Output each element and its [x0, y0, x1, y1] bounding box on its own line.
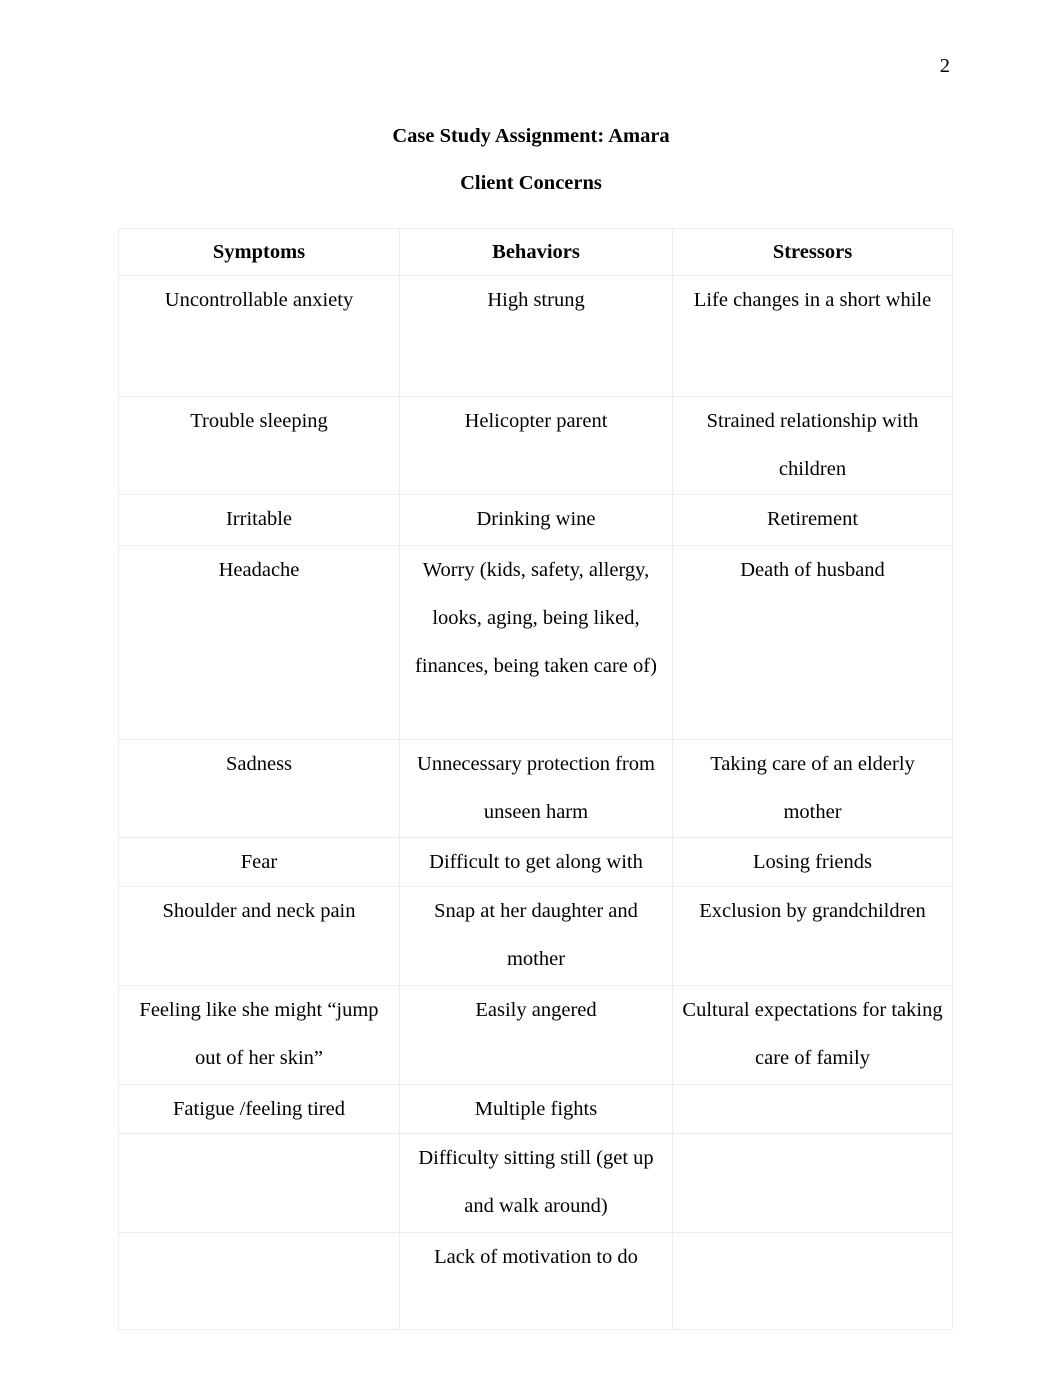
cell-symptoms: Trouble sleeping: [118, 396, 400, 495]
table-row: Irritable Drinking wine Retirement: [118, 494, 953, 546]
cell-text: Cultural expectations for taking care of…: [682, 999, 943, 1069]
cell-behaviors: Unnecessary protection from unseen harm: [399, 739, 673, 838]
cell-behaviors: Snap at her daughter and mother: [399, 886, 673, 986]
cell-behaviors: Difficult to get along with: [399, 837, 673, 887]
cell-behaviors: Lack of motivation to do: [399, 1232, 673, 1330]
cell-text: Trouble sleeping: [190, 410, 328, 432]
cell-stressors: Losing friends: [672, 837, 953, 887]
cell-text: Headache: [218, 559, 300, 581]
cell-text: Taking care of an elderly mother: [710, 753, 915, 823]
cell-stressors: Exclusion by grandchildren: [672, 886, 953, 986]
cell-text: Death of husband: [740, 559, 885, 581]
cell-symptoms: Sadness: [118, 739, 400, 838]
cell-behaviors: High strung: [399, 275, 673, 397]
cell-text: Sadness: [225, 753, 293, 775]
client-concerns-table: Symptoms Behaviors Stressors Uncontrolla…: [118, 228, 953, 1330]
page-number: 2: [939, 55, 950, 77]
cell-text: Fatigue /feeling tired: [173, 1098, 345, 1120]
table-row: Difficulty sitting still (get up and wal…: [118, 1133, 953, 1233]
cell-symptoms: Fatigue /feeling tired: [118, 1084, 400, 1134]
cell-text: Worry (kids, safety, allergy, looks, agi…: [415, 559, 657, 677]
cell-symptoms: Shoulder and neck pain: [118, 886, 400, 986]
table-row: Uncontrollable anxiety High strung Life …: [118, 275, 953, 397]
column-header-stressors: Stressors: [672, 228, 953, 276]
page-subtitle: Client Concerns: [460, 172, 602, 194]
cell-text: Drinking wine: [476, 508, 596, 530]
cell-text: Irritable: [225, 508, 292, 530]
cell-text: Fear: [240, 851, 278, 873]
client-concerns-table-wrapper: Symptoms Behaviors Stressors Uncontrolla…: [118, 228, 953, 1330]
cell-text: Unnecessary protection from unseen harm: [417, 753, 655, 823]
table-row: Fear Difficult to get along with Losing …: [118, 837, 953, 887]
cell-text: Multiple fights: [474, 1098, 598, 1120]
cell-stressors: [672, 1232, 953, 1330]
cell-symptoms: Fear: [118, 837, 400, 887]
cell-text: Difficult to get along with: [429, 851, 643, 873]
table-row: Trouble sleeping Helicopter parent Strai…: [118, 396, 953, 495]
column-header-behaviors: Behaviors: [399, 228, 673, 276]
column-header-symptoms: Symptoms: [118, 228, 400, 276]
cell-symptoms: [118, 1232, 400, 1330]
table-row: Fatigue /feeling tired Multiple fights: [118, 1084, 953, 1134]
cell-stressors: Strained relationship with children: [672, 396, 953, 495]
cell-symptoms: Uncontrollable anxiety: [118, 275, 400, 397]
cell-stressors: [672, 1133, 953, 1233]
table-body: Uncontrollable anxiety High strung Life …: [118, 275, 953, 1330]
cell-text: Losing friends: [753, 851, 872, 873]
cell-symptoms: Irritable: [118, 494, 400, 546]
table-row: Sadness Unnecessary protection from unse…: [118, 739, 953, 838]
cell-symptoms: Feeling like she might “jump out of her …: [118, 985, 400, 1085]
cell-text: Shoulder and neck pain: [162, 900, 356, 922]
table-row: Shoulder and neck pain Snap at her daugh…: [118, 886, 953, 986]
cell-text: Retirement: [766, 508, 859, 530]
cell-stressors: [672, 1084, 953, 1134]
cell-text: Snap at her daughter and mother: [434, 900, 638, 970]
document-page: 2 Case Study Assignment: Amara Client Co…: [0, 0, 1062, 1376]
cell-text: High strung: [487, 289, 585, 311]
cell-text: Strained relationship with children: [706, 410, 919, 480]
cell-stressors: Retirement: [672, 494, 953, 546]
cell-text: Uncontrollable anxiety: [164, 289, 354, 311]
cell-stressors: Life changes in a short while: [672, 275, 953, 397]
cell-text: Life changes in a short while: [693, 289, 932, 311]
cell-stressors: Taking care of an elderly mother: [672, 739, 953, 838]
cell-symptoms: [118, 1133, 400, 1233]
page-title: Case Study Assignment: Amara: [392, 125, 670, 147]
table-header: Symptoms Behaviors Stressors: [118, 228, 953, 276]
cell-behaviors: Multiple fights: [399, 1084, 673, 1134]
table-row: Headache Worry (kids, safety, allergy, l…: [118, 545, 953, 740]
cell-behaviors: Helicopter parent: [399, 396, 673, 495]
cell-text: Helicopter parent: [464, 410, 608, 432]
cell-symptoms: Headache: [118, 545, 400, 740]
cell-behaviors: Easily angered: [399, 985, 673, 1085]
cell-text: Difficulty sitting still (get up and wal…: [418, 1147, 654, 1217]
cell-behaviors: Difficulty sitting still (get up and wal…: [399, 1133, 673, 1233]
table-row: Lack of motivation to do: [118, 1232, 953, 1330]
table-header-row: Symptoms Behaviors Stressors: [118, 228, 953, 276]
cell-behaviors: Worry (kids, safety, allergy, looks, agi…: [399, 545, 673, 740]
cell-stressors: Death of husband: [672, 545, 953, 740]
cell-behaviors: Drinking wine: [399, 494, 673, 546]
table-row: Feeling like she might “jump out of her …: [118, 985, 953, 1085]
cell-text: Exclusion by grandchildren: [699, 900, 926, 922]
cell-stressors: Cultural expectations for taking care of…: [672, 985, 953, 1085]
cell-text: Feeling like she might “jump out of her …: [139, 999, 379, 1069]
cell-text: Easily angered: [475, 999, 597, 1021]
cell-text: Lack of motivation to do: [434, 1246, 638, 1268]
